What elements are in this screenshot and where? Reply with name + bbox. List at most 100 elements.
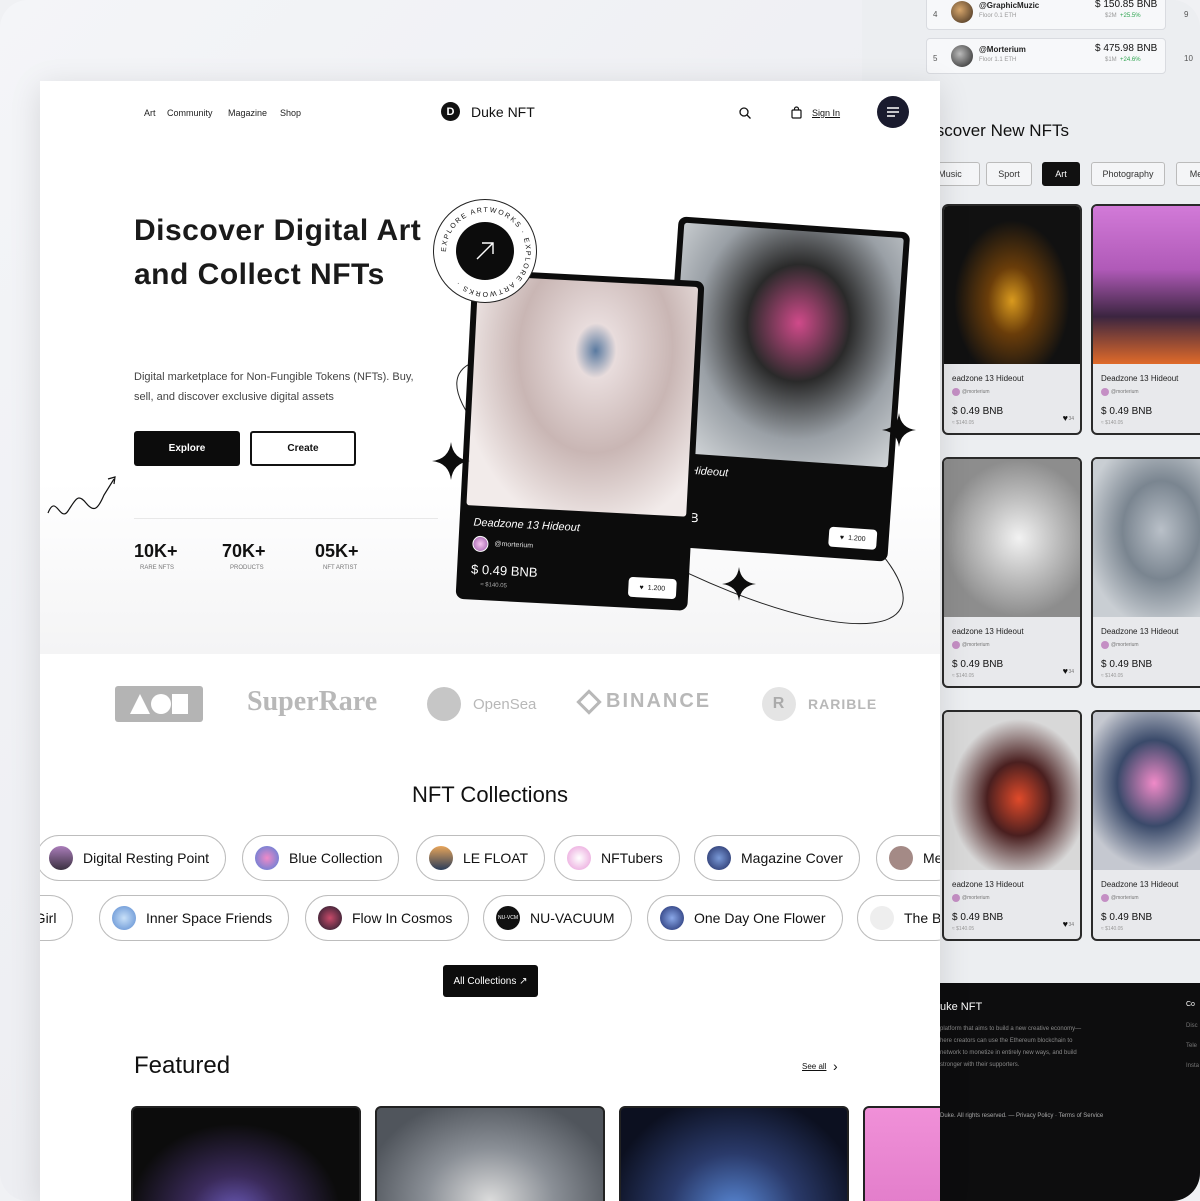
footer-link[interactable]: Disc bbox=[1186, 1023, 1198, 1029]
bag-icon[interactable] bbox=[790, 106, 803, 119]
chevron-right-icon[interactable]: › bbox=[833, 1058, 838, 1074]
search-icon[interactable] bbox=[738, 106, 752, 120]
collection-pill[interactable]: LE FLOAT bbox=[416, 835, 546, 881]
ranking-floor: Floor 0.1 ETH bbox=[979, 13, 1017, 19]
collection-pill[interactable]: Magazine Cover bbox=[694, 835, 860, 881]
tab-art[interactable]: Art bbox=[1042, 162, 1080, 186]
nft-card[interactable]: Deadzone 13 Hideout @morterium $ 0.49 BN… bbox=[1091, 204, 1200, 435]
badge-center bbox=[456, 222, 514, 280]
ranking-meta: $2M +25.5% bbox=[1105, 13, 1141, 19]
like-count: 34 bbox=[1068, 922, 1074, 928]
nft-usd: ≈ $140.05 bbox=[1101, 926, 1124, 932]
partner-logo-superrare: SuperRare bbox=[247, 686, 378, 717]
explore-button[interactable]: Explore bbox=[134, 431, 240, 466]
squiggle-arrow-icon bbox=[47, 476, 116, 515]
nft-card[interactable]: eadzone 13 Hideout @morterium $ 0.49 BNB… bbox=[942, 204, 1082, 435]
collection-avatar bbox=[112, 906, 136, 930]
collection-avatar bbox=[870, 906, 894, 930]
nft-card[interactable]: eadzone 13 Hideout @morterium $ 0.49 BNB… bbox=[942, 457, 1082, 688]
tab-more[interactable]: Me bbox=[1176, 162, 1200, 186]
nft-card[interactable]: eadzone 13 Hideout @morterium $ 0.49 BNB… bbox=[942, 710, 1082, 941]
nft-usd: ≈ $140.05 bbox=[952, 926, 975, 932]
owner-avatar bbox=[1101, 641, 1109, 649]
collection-avatar bbox=[889, 846, 913, 870]
stat-value: 05K+ bbox=[315, 541, 359, 561]
nav-link-magazine[interactable]: Magazine bbox=[228, 108, 267, 118]
collection-pill[interactable]: Flow In Cosmos bbox=[305, 895, 470, 941]
brand-name[interactable]: Duke NFT bbox=[471, 104, 535, 120]
opensea-icon bbox=[427, 687, 461, 721]
sign-in-link[interactable]: Sign In bbox=[812, 108, 840, 118]
nft-title: Deadzone 13 Hideout bbox=[1101, 374, 1179, 383]
collection-pill[interactable]: NFTubers bbox=[554, 835, 680, 881]
nft-card[interactable]: Deadzone 13 Hideout @morterium $ 0.49 BN… bbox=[1091, 457, 1200, 688]
nft-price: $ 0.49 BNB bbox=[952, 659, 1004, 670]
tab-sport[interactable]: Sport bbox=[986, 162, 1032, 186]
collection-pill[interactable]: Me bbox=[876, 835, 940, 881]
create-button[interactable]: Create bbox=[250, 431, 356, 466]
collection-avatar bbox=[255, 846, 279, 870]
nft-owner: @morterium bbox=[1111, 389, 1139, 395]
nft-image bbox=[944, 712, 1080, 870]
landing-page: Art Community Magazine Shop D Duke NFT S… bbox=[40, 81, 940, 1201]
ranking-row[interactable]: @GraphicMuzic Floor 0.1 ETH $ 150.85 BNB… bbox=[926, 0, 1166, 30]
collection-pill[interactable]: g Girl bbox=[40, 895, 74, 941]
ranking-name: @Morterium bbox=[979, 45, 1026, 54]
heart-icon[interactable]: ♥ bbox=[1063, 919, 1068, 929]
collection-pill[interactable]: Digital Resting Point bbox=[40, 835, 227, 881]
collection-pill[interactable]: The B bbox=[857, 895, 940, 941]
collection-pill[interactable]: Inner Space Friends bbox=[99, 895, 290, 941]
like-count: 34 bbox=[1068, 416, 1074, 422]
nft-hero-card-front[interactable]: Deadzone 13 Hideout @morterium $ 0.49 BN… bbox=[455, 269, 705, 611]
tab-photography[interactable]: Photography bbox=[1091, 162, 1165, 186]
nft-price: $ 0.49 BNB bbox=[1101, 406, 1153, 417]
featured-card[interactable] bbox=[131, 1106, 361, 1201]
collection-pill[interactable]: NU-VCM NU-VACUUM bbox=[483, 895, 632, 941]
collection-avatar bbox=[660, 906, 684, 930]
footer-description: platform that aims to build a new creati… bbox=[940, 1026, 1082, 1068]
nft-image bbox=[1093, 206, 1200, 364]
all-collections-button[interactable]: All Collections ↗ bbox=[443, 965, 538, 997]
footer: uke NFT platform that aims to build a ne… bbox=[940, 983, 1200, 1201]
nft-price: $ 0.49 BNB bbox=[952, 406, 1004, 417]
logo-icon[interactable]: D bbox=[441, 102, 460, 121]
featured-card[interactable] bbox=[863, 1106, 940, 1201]
heart-icon[interactable]: ♥ bbox=[1063, 666, 1068, 676]
like-button[interactable]: ♥ 1.200 bbox=[627, 576, 677, 600]
menu-button[interactable] bbox=[877, 96, 909, 128]
footer-link[interactable]: Insta bbox=[1186, 1063, 1199, 1069]
heart-icon[interactable]: ♥ bbox=[1063, 413, 1068, 423]
avatar bbox=[951, 45, 973, 67]
nav-link-community[interactable]: Community bbox=[167, 108, 213, 118]
nft-title: eadzone 13 Hideout bbox=[952, 627, 1024, 636]
stat-value: 10K+ bbox=[134, 541, 178, 561]
heart-icon: ♥ bbox=[639, 583, 644, 592]
nft-price: $ 0.49 BNB bbox=[952, 912, 1004, 923]
owner-avatar bbox=[472, 535, 489, 553]
featured-card[interactable] bbox=[375, 1106, 605, 1201]
partner-logo-aob bbox=[115, 686, 203, 722]
like-button[interactable]: ♥ 1.200 bbox=[828, 526, 878, 550]
owner-avatar bbox=[1101, 388, 1109, 396]
footer-brand: uke NFT bbox=[940, 1001, 983, 1013]
owner-avatar bbox=[1101, 894, 1109, 902]
hamburger-icon bbox=[887, 107, 899, 117]
see-all-link[interactable]: See all bbox=[802, 1062, 826, 1071]
footer-link[interactable]: Tele bbox=[1186, 1043, 1197, 1049]
nft-title: Deadzone 13 Hideout bbox=[473, 516, 581, 535]
collection-avatar bbox=[49, 846, 73, 870]
nft-image bbox=[1093, 459, 1200, 617]
nav-link-art[interactable]: Art bbox=[144, 108, 156, 118]
nft-card[interactable]: Deadzone 13 Hideout @morterium $ 0.49 BN… bbox=[1091, 710, 1200, 941]
ranking-row[interactable]: @Morterium Floor 1.1 ETH $ 475.98 BNB $1… bbox=[926, 38, 1166, 74]
partner-logo-opensea: OpenSea bbox=[427, 687, 536, 721]
collection-pill[interactable]: Blue Collection bbox=[242, 835, 400, 881]
explore-artworks-badge[interactable]: EXPLORE ARTWORKS · EXPLORE ARTWORKS · bbox=[433, 199, 537, 303]
featured-card[interactable] bbox=[619, 1106, 849, 1201]
nav-link-shop[interactable]: Shop bbox=[280, 108, 301, 118]
ranking-name: @GraphicMuzic bbox=[979, 1, 1040, 10]
nft-usd: ≈ $140.05 bbox=[480, 581, 508, 590]
ranking-price: $ 475.98 BNB bbox=[1095, 43, 1158, 54]
divider bbox=[134, 518, 438, 519]
collection-pill[interactable]: One Day One Flower bbox=[647, 895, 843, 941]
